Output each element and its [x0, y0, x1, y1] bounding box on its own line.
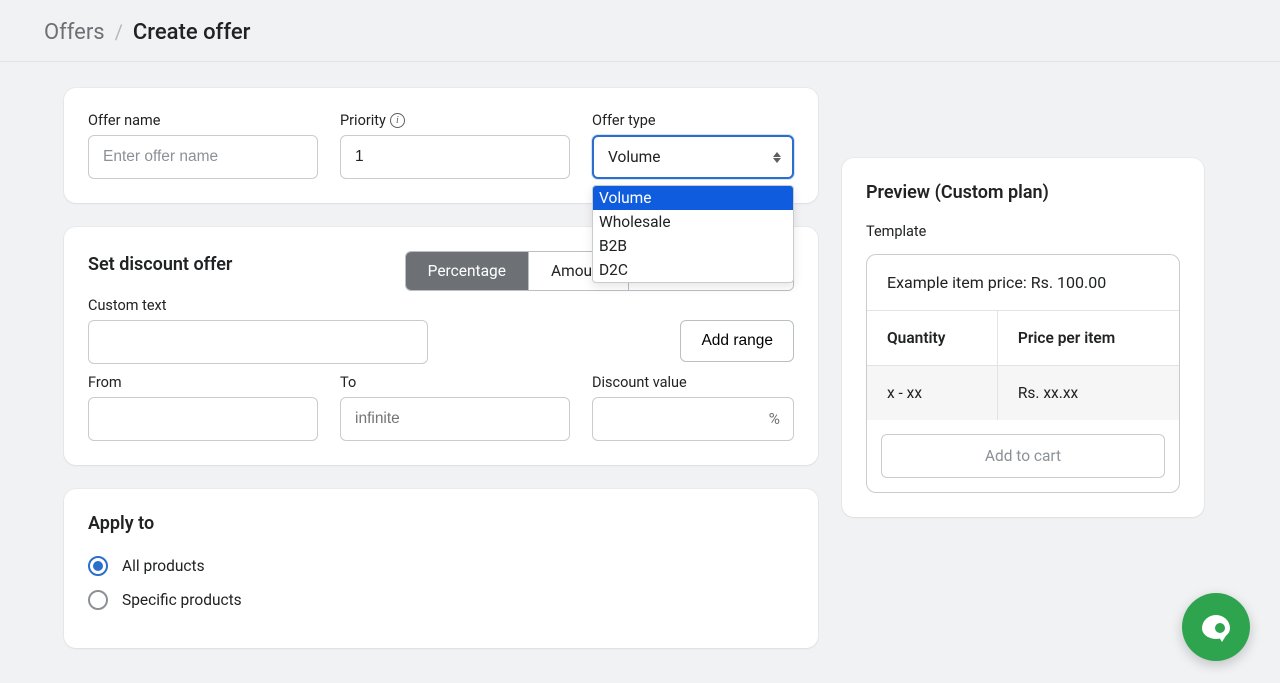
offer-name-input[interactable]	[88, 135, 318, 179]
info-icon[interactable]: i	[390, 113, 405, 128]
dropdown-item-wholesale[interactable]: Wholesale	[593, 210, 793, 234]
offer-type-selected: Volume	[608, 148, 661, 166]
preview-table: Quantity Price per item x - xx Rs. xx.xx	[867, 310, 1179, 420]
preview-box: Example item price: Rs. 100.00 Quantity …	[866, 254, 1180, 493]
offer-basic-card: Offer name Priority i Offer type	[64, 88, 818, 203]
breadcrumb: Offers / Create offer	[44, 20, 1236, 45]
chat-icon	[1202, 615, 1230, 639]
offer-type-field: Offer type Volume Volume	[592, 112, 794, 179]
offer-name-label: Offer name	[88, 112, 318, 129]
preview-col-price: Price per item	[997, 311, 1179, 366]
apply-to-card: Apply to All products Specific products	[64, 489, 818, 648]
dropdown-item-d2c[interactable]: D2C	[593, 258, 793, 282]
percent-suffix: %	[769, 410, 780, 428]
breadcrumb-sep: /	[115, 20, 123, 44]
offer-name-field: Offer name	[88, 112, 318, 179]
add-range-button[interactable]: Add range	[680, 320, 794, 362]
preview-cell-price: Rs. xx.xx	[997, 366, 1179, 421]
discount-value-field: Discount value %	[592, 374, 794, 441]
discount-value-input[interactable]	[592, 397, 794, 441]
add-to-cart-button[interactable]: Add to cart	[881, 434, 1165, 478]
radio-specific-products-row[interactable]: Specific products	[88, 590, 794, 610]
to-label: To	[340, 374, 570, 391]
priority-label: Priority i	[340, 112, 570, 129]
radio-specific-products-label: Specific products	[122, 591, 242, 609]
to-field: To	[340, 374, 570, 441]
tab-percentage[interactable]: Percentage	[406, 252, 529, 290]
discount-value-label: Discount value	[592, 374, 794, 391]
priority-input[interactable]	[340, 135, 570, 179]
table-row: x - xx Rs. xx.xx	[867, 366, 1179, 421]
custom-text-label: Custom text	[88, 297, 794, 314]
radio-all-products-label: All products	[122, 557, 205, 575]
from-field: From	[88, 374, 318, 441]
preview-card: Preview (Custom plan) Template Example i…	[842, 158, 1204, 517]
select-arrows-icon	[770, 148, 784, 166]
preview-example-price: Example item price: Rs. 100.00	[867, 255, 1179, 310]
priority-field: Priority i	[340, 112, 570, 179]
discount-title: Set discount offer	[88, 254, 232, 275]
preview-template-label: Template	[866, 223, 1180, 240]
from-label: From	[88, 374, 318, 391]
preview-title: Preview (Custom plan)	[866, 182, 1180, 203]
dropdown-item-b2b[interactable]: B2B	[593, 234, 793, 258]
radio-specific-products[interactable]	[88, 590, 108, 610]
page-header: Offers / Create offer	[0, 0, 1280, 62]
dropdown-item-volume[interactable]: Volume	[593, 186, 793, 210]
from-input[interactable]	[88, 397, 318, 441]
offer-type-label: Offer type	[592, 112, 794, 129]
to-input[interactable]	[340, 397, 570, 441]
breadcrumb-current: Create offer	[133, 20, 250, 45]
offer-type-select[interactable]: Volume	[592, 135, 794, 179]
apply-to-title: Apply to	[88, 513, 794, 534]
radio-all-products[interactable]	[88, 556, 108, 576]
breadcrumb-prev[interactable]: Offers	[44, 20, 105, 45]
preview-cell-qty: x - xx	[867, 366, 997, 421]
priority-label-text: Priority	[340, 112, 386, 129]
chat-fab[interactable]	[1182, 593, 1250, 661]
offer-type-dropdown: Volume Wholesale B2B D2C	[592, 185, 794, 283]
radio-all-products-row[interactable]: All products	[88, 556, 794, 576]
preview-col-quantity: Quantity	[867, 311, 997, 366]
